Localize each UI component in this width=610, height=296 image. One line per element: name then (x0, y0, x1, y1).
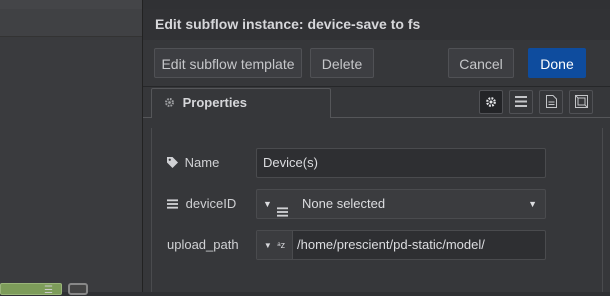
delete-button[interactable]: Delete (310, 48, 374, 78)
node-menu-icon: ☰ (44, 285, 53, 296)
name-label: Name (184, 155, 220, 170)
name-label-row: Name (167, 155, 219, 170)
list-icon (277, 199, 288, 227)
tray-title: Edit subflow instance: device-save to fs (155, 16, 421, 32)
workspace-topbar (0, 0, 142, 9)
tab-properties[interactable]: Properties (151, 88, 331, 119)
workspace-canvas[interactable] (0, 0, 142, 292)
gear-icon (164, 95, 183, 110)
edit-subflow-template-button[interactable]: Edit subflow template (154, 48, 302, 78)
upload-path-input[interactable]: ▼ ᵃz /home/prescient/pd-static/model/ (256, 230, 546, 260)
done-button[interactable]: Done (528, 48, 586, 78)
caret-down-icon: ▼ (263, 241, 272, 250)
list-icon[interactable] (509, 90, 533, 114)
workspace-tabs-strip (0, 9, 142, 37)
edit-tray: Edit subflow instance: device-save to fs… (142, 0, 610, 292)
upload-path-label: upload_path (167, 237, 239, 252)
appearance-icon[interactable] (569, 90, 593, 114)
tag-icon (167, 155, 185, 170)
list-icon (167, 196, 186, 211)
caret-down-icon: ▼ (263, 199, 272, 209)
name-input[interactable]: Device(s) (256, 148, 546, 178)
node-port[interactable] (68, 283, 88, 295)
deviceid-label-row: deviceID (167, 196, 236, 211)
tray-tabs: Properties (143, 87, 610, 119)
description-icon[interactable] (539, 90, 563, 114)
deviceid-value: None selected (302, 196, 386, 211)
tray-top-edge (143, 0, 610, 9)
tray-toolbar: Edit subflow template Delete Cancel Done (143, 40, 610, 87)
tab-properties-label: Properties (182, 95, 247, 110)
upload-path-value: /home/prescient/pd-static/model/ (297, 237, 485, 252)
deviceid-label: deviceID (185, 196, 237, 211)
caret-down-icon: ▼ (528, 199, 537, 209)
deviceid-select[interactable]: ▼ None selected ▼ (256, 189, 546, 219)
string-type-icon: ᵃz (277, 240, 286, 250)
properties-panel: Name Device(s) deviceID ▼ None selected … (143, 118, 610, 292)
type-select-button[interactable]: ▼ ᵃz (257, 231, 293, 259)
settings-tab-gear-icon[interactable] (479, 90, 503, 114)
cancel-button[interactable]: Cancel (448, 48, 514, 78)
